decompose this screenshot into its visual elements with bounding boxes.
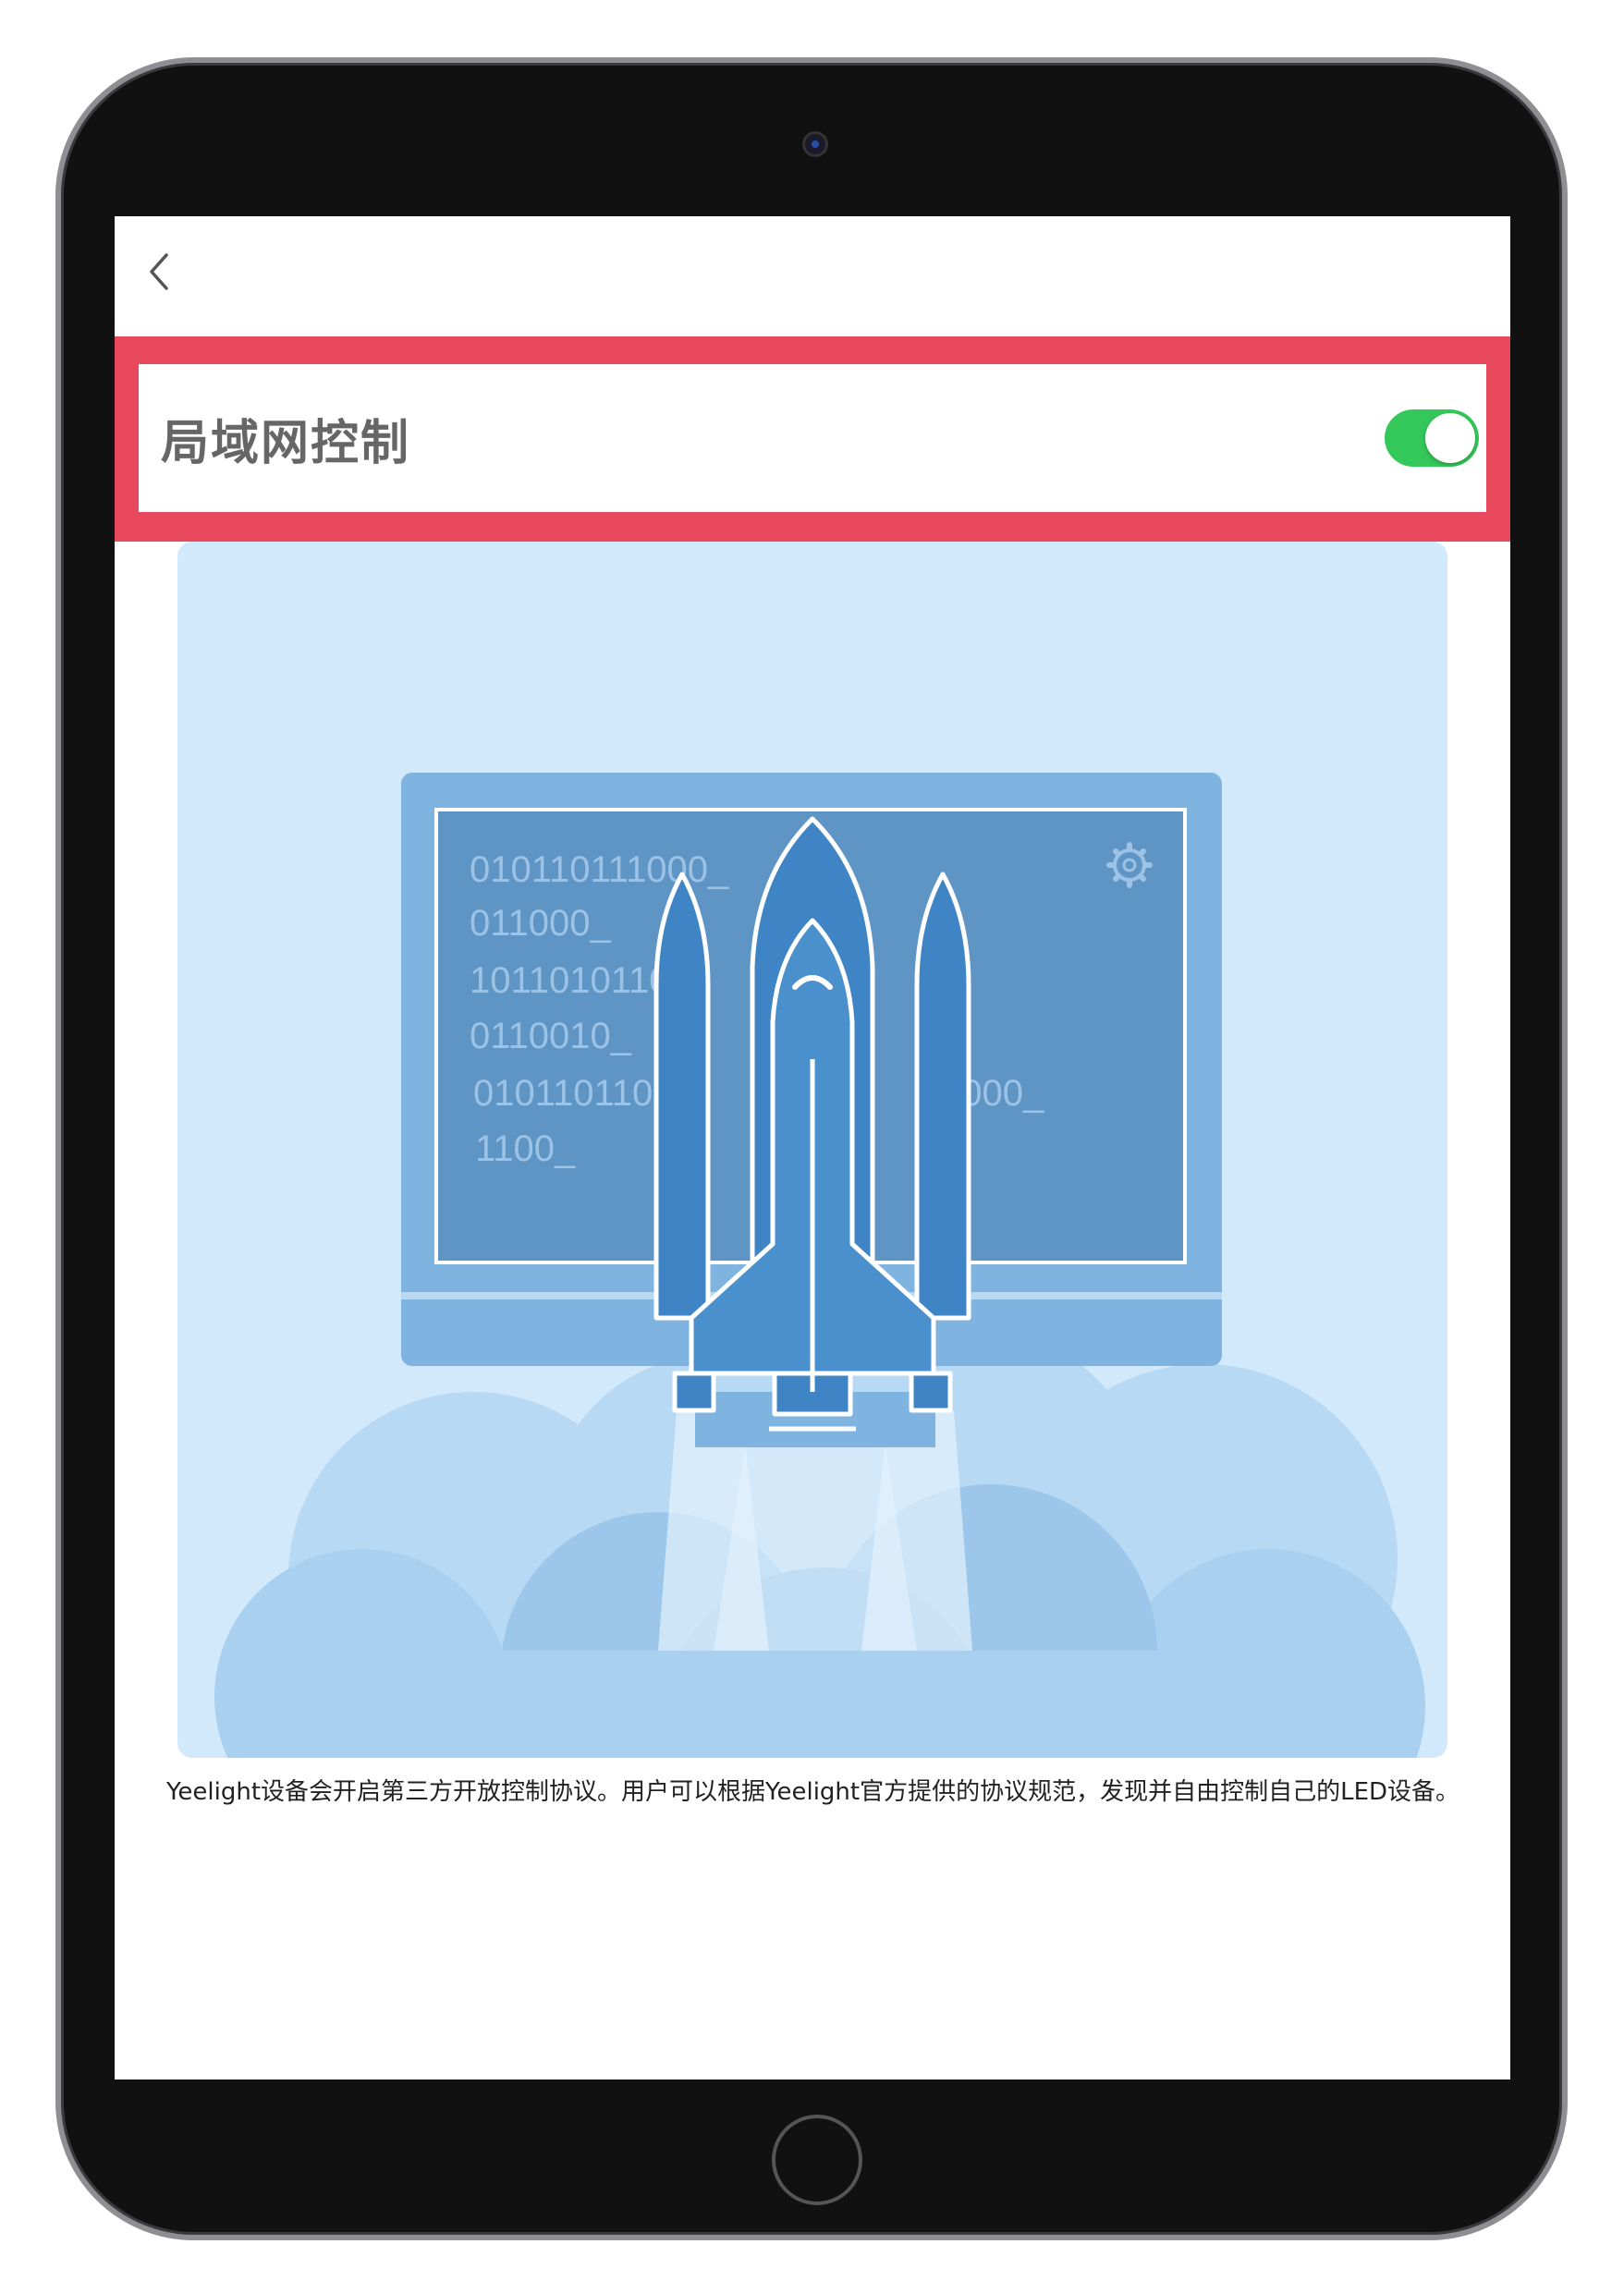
front-camera (802, 131, 828, 157)
code-line-5: 0101101100 (473, 1073, 674, 1114)
code-line-4: 0110010_ (470, 1016, 632, 1056)
description-text: Yeelight设备会开启第三方开放控制协议。用户可以根据Yeelight官方提… (166, 1778, 1460, 1806)
toggle-knob (1425, 413, 1475, 463)
lan-control-toggle[interactable] (1385, 409, 1479, 467)
illustration-graphic: 010110111000_ 011000_ 1011010110 0110010… (214, 773, 1425, 1758)
rocket-illustration: 010110111000_ 011000_ 1011010110 0110010… (177, 542, 1447, 1758)
lan-control-row: 局域网控制 (139, 364, 1486, 512)
app-screen: 局域网控制 010110111000_ 011000_ 1011010110 0… (115, 216, 1510, 2080)
code-line-2: 011000_ (470, 903, 612, 944)
home-button[interactable] (772, 2115, 862, 2205)
highlight-frame: 局域网控制 (115, 336, 1510, 542)
code-line-6: 1100_ (475, 1128, 576, 1169)
lan-control-label: 局域网控制 (161, 415, 411, 471)
back-button[interactable] (140, 246, 177, 298)
code-line-3: 1011010110 (470, 960, 670, 1001)
chevron-left-icon (150, 253, 168, 290)
code-line-1: 010110111000_ (470, 849, 729, 890)
